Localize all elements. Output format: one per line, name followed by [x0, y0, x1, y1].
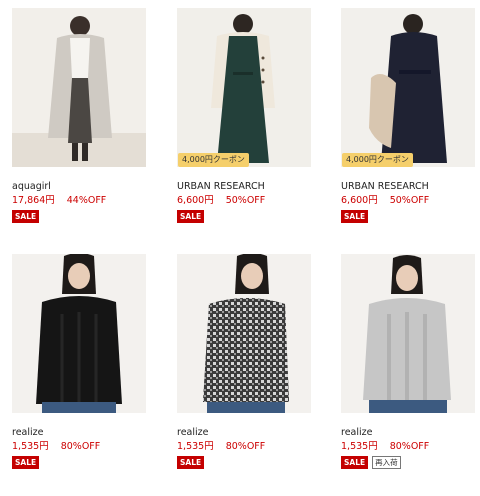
- sale-badge: SALE: [12, 210, 40, 223]
- coupon-badge: 4,000円クーポン: [342, 153, 413, 167]
- product-brand[interactable]: URBAN RESEARCH: [341, 181, 475, 193]
- product-price: 1,535円: [12, 441, 49, 452]
- product-card[interactable]: aquagirl 17,864円 44%OFF SALE: [12, 8, 146, 224]
- product-brand[interactable]: realize: [12, 427, 146, 439]
- product-brand[interactable]: realize: [341, 427, 475, 439]
- product-price: 6,600円: [177, 195, 214, 206]
- product-card[interactable]: realize 1,535円 80%OFF SALE 再入荷: [341, 254, 475, 470]
- product-brand[interactable]: URBAN RESEARCH: [177, 181, 311, 193]
- price-row: 6,600円 50%OFF: [177, 195, 311, 207]
- product-image[interactable]: 4,000円クーポン: [341, 8, 475, 167]
- product-image[interactable]: [341, 254, 475, 413]
- discount-rate: 50%OFF: [225, 195, 266, 206]
- price-row: 6,600円 50%OFF: [341, 195, 475, 207]
- product-price: 6,600円: [341, 195, 378, 206]
- product-card[interactable]: 4,000円クーポン URBAN RESEARCH 6,600円 50%OFF S…: [341, 8, 475, 224]
- restock-badge: 再入荷: [372, 456, 401, 469]
- price-row: 1,535円 80%OFF: [177, 441, 311, 453]
- coupon-badge: 4,000円クーポン: [178, 153, 249, 167]
- sale-badge: SALE: [341, 456, 369, 469]
- product-brand[interactable]: realize: [177, 427, 311, 439]
- product-price: 1,535円: [341, 441, 378, 452]
- product-card[interactable]: realize 1,535円 80%OFF SALE: [12, 254, 146, 470]
- badge-row: SALE: [177, 210, 311, 224]
- price-row: 17,864円 44%OFF: [12, 195, 146, 207]
- discount-rate: 80%OFF: [225, 441, 266, 452]
- discount-rate: 80%OFF: [389, 441, 430, 452]
- product-image[interactable]: [12, 8, 146, 167]
- sale-badge: SALE: [177, 210, 205, 223]
- sale-badge: SALE: [12, 456, 40, 469]
- badge-row: SALE: [341, 210, 475, 224]
- sale-badge: SALE: [177, 456, 205, 469]
- sale-badge: SALE: [341, 210, 369, 223]
- product-card[interactable]: realize 1,535円 80%OFF SALE: [177, 254, 311, 470]
- product-brand[interactable]: aquagirl: [12, 181, 146, 193]
- product-image[interactable]: [177, 254, 311, 413]
- price-row: 1,535円 80%OFF: [341, 441, 475, 453]
- badge-row: SALE 再入荷: [341, 456, 475, 470]
- product-price: 17,864円: [12, 195, 55, 206]
- product-grid: aquagirl 17,864円 44%OFF SALE 4,000円クーポン U…: [0, 0, 480, 496]
- product-card[interactable]: 4,000円クーポン URBAN RESEARCH 6,600円 50%OFF S…: [177, 8, 311, 224]
- discount-rate: 44%OFF: [66, 195, 107, 206]
- product-image[interactable]: [12, 254, 146, 413]
- badge-row: SALE: [12, 210, 146, 224]
- product-image[interactable]: 4,000円クーポン: [177, 8, 311, 167]
- badge-row: SALE: [177, 456, 311, 470]
- price-row: 1,535円 80%OFF: [12, 441, 146, 453]
- product-price: 1,535円: [177, 441, 214, 452]
- discount-rate: 50%OFF: [389, 195, 430, 206]
- badge-row: SALE: [12, 456, 146, 470]
- discount-rate: 80%OFF: [60, 441, 101, 452]
